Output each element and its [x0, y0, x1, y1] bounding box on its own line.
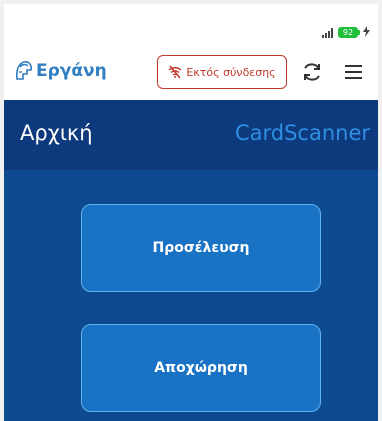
signal-bars-icon: [322, 28, 338, 38]
hamburger-menu-icon[interactable]: [344, 62, 364, 82]
main-panel: Προσέλευση Αποχώρηση: [4, 170, 378, 421]
battery-tip: [358, 30, 360, 35]
bolt-icon: [363, 26, 370, 40]
refresh-button[interactable]: [300, 60, 324, 84]
departure-label: Αποχώρηση: [154, 360, 248, 376]
status-bar: 92: [4, 4, 378, 44]
app-screen: 92 Εργάνη Εκτός σύνδεσης Αρχική CardScan…: [4, 4, 378, 421]
offline-status-button[interactable]: Εκτός σύνδεσης: [157, 55, 287, 89]
refresh-icon: [304, 63, 320, 81]
page-title: Αρχική: [20, 121, 93, 145]
wifi-off-icon: [168, 65, 182, 79]
departure-button[interactable]: Αποχώρηση: [81, 324, 321, 412]
arrival-button[interactable]: Προσέλευση: [81, 204, 321, 292]
helmet-logo-icon: [15, 61, 32, 80]
app-name: CardScanner: [234, 121, 370, 145]
app-header: Εργάνη Εκτός σύνδεσης: [4, 44, 378, 100]
title-bar: Αρχική CardScanner: [4, 100, 378, 170]
battery-icon: 92: [338, 27, 358, 38]
battery-level: 92: [342, 28, 354, 37]
logo: Εργάνη: [14, 58, 107, 84]
logo-text: Εργάνη: [36, 61, 107, 81]
arrival-label: Προσέλευση: [152, 240, 250, 256]
offline-label: Εκτός σύνδεσης: [186, 65, 276, 79]
